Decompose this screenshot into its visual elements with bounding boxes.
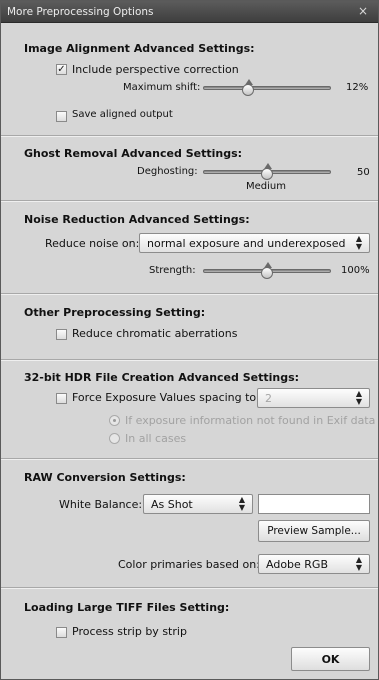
color-primaries-select[interactable]: Adobe RGB ▲ ▼: [258, 554, 370, 574]
close-icon[interactable]: ×: [358, 4, 368, 18]
chromatic-checkbox[interactable]: [56, 329, 67, 340]
deghosting-caption: Medium: [246, 181, 286, 192]
hdr-title: 32-bit HDR File Creation Advanced Settin…: [24, 371, 300, 384]
save-aligned-checkbox[interactable]: [56, 111, 67, 122]
alignment-section: Image Alignment Advanced Settings: ✓ Inc…: [1, 24, 378, 136]
preprocessing-dialog: More Preprocessing Options × Image Align…: [0, 0, 379, 680]
checkmark-icon: ✓: [57, 64, 66, 75]
max-shift-label: Maximum shift:: [123, 82, 201, 93]
max-shift-value: 12%: [346, 82, 369, 93]
reduce-noise-label: Reduce noise on:: [45, 237, 140, 250]
force-ev-checkbox[interactable]: [56, 393, 67, 404]
reduce-noise-value: normal exposure and underexposed: [147, 237, 346, 250]
other-section: Other Preprocessing Setting: Reduce chro…: [1, 295, 378, 360]
window-title: More Preprocessing Options: [7, 6, 154, 18]
updown-arrows-icon: ▲ ▼: [355, 234, 362, 251]
strength-value: 100%: [341, 265, 370, 276]
tiff-section: Loading Large TIFF Files Setting: Proces…: [1, 589, 378, 679]
reduce-noise-select[interactable]: normal exposure and underexposed ▲ ▼: [139, 233, 370, 253]
updown-arrows-icon: ▲ ▼: [355, 555, 362, 572]
force-ev-label: Force Exposure Values spacing to:: [72, 391, 260, 404]
preview-sample-button[interactable]: Preview Sample...: [258, 520, 370, 542]
tiff-title: Loading Large TIFF Files Setting:: [24, 601, 230, 614]
deghosting-value: 50: [357, 167, 370, 178]
ev-spacing-select[interactable]: 2 ▲ ▼: [257, 388, 370, 408]
strip-checkbox[interactable]: [56, 627, 67, 638]
radio-all-cases[interactable]: [109, 433, 120, 444]
white-balance-select[interactable]: As Shot ▲ ▼: [143, 494, 253, 514]
white-balance-label: White Balance:: [59, 498, 143, 511]
raw-title: RAW Conversion Settings:: [24, 471, 186, 484]
ok-button[interactable]: OK: [291, 647, 370, 671]
strength-thumb[interactable]: [261, 262, 273, 279]
title-bar: More Preprocessing Options ×: [1, 1, 378, 23]
perspective-label: Include perspective correction: [72, 63, 239, 76]
deghosting-label: Deghosting:: [137, 166, 198, 177]
ev-spacing-value: 2: [265, 392, 272, 405]
alignment-title: Image Alignment Advanced Settings:: [24, 42, 255, 55]
updown-arrows-icon: ▲ ▼: [238, 495, 245, 512]
max-shift-slider[interactable]: [203, 86, 331, 90]
hdr-section: 32-bit HDR File Creation Advanced Settin…: [1, 361, 378, 459]
color-primaries-label: Color primaries based on:: [118, 558, 260, 571]
chromatic-label: Reduce chromatic aberrations: [72, 327, 238, 340]
ghost-title: Ghost Removal Advanced Settings:: [24, 147, 243, 160]
noise-section: Noise Reduction Advanced Settings: Reduc…: [1, 202, 378, 294]
perspective-checkbox[interactable]: ✓: [56, 64, 67, 75]
raw-section: RAW Conversion Settings: White Balance: …: [1, 460, 378, 588]
deghosting-thumb[interactable]: [261, 163, 273, 180]
white-balance-text[interactable]: [258, 494, 370, 514]
updown-arrows-icon: ▲ ▼: [355, 389, 362, 406]
color-primaries-value: Adobe RGB: [266, 558, 329, 571]
max-shift-thumb[interactable]: [241, 79, 254, 96]
strength-label: Strength:: [149, 265, 196, 276]
ghost-section: Ghost Removal Advanced Settings: Deghost…: [1, 137, 378, 201]
save-aligned-label: Save aligned output: [72, 109, 173, 120]
strip-label: Process strip by strip: [72, 625, 187, 638]
white-balance-value: As Shot: [151, 498, 193, 511]
radio-if-not-found[interactable]: [109, 415, 120, 426]
radio-if-not-found-label: If exposure information not found in Exi…: [125, 414, 376, 427]
radio-all-cases-label: In all cases: [125, 432, 187, 445]
noise-title: Noise Reduction Advanced Settings:: [24, 213, 250, 226]
other-title: Other Preprocessing Setting:: [24, 306, 206, 319]
